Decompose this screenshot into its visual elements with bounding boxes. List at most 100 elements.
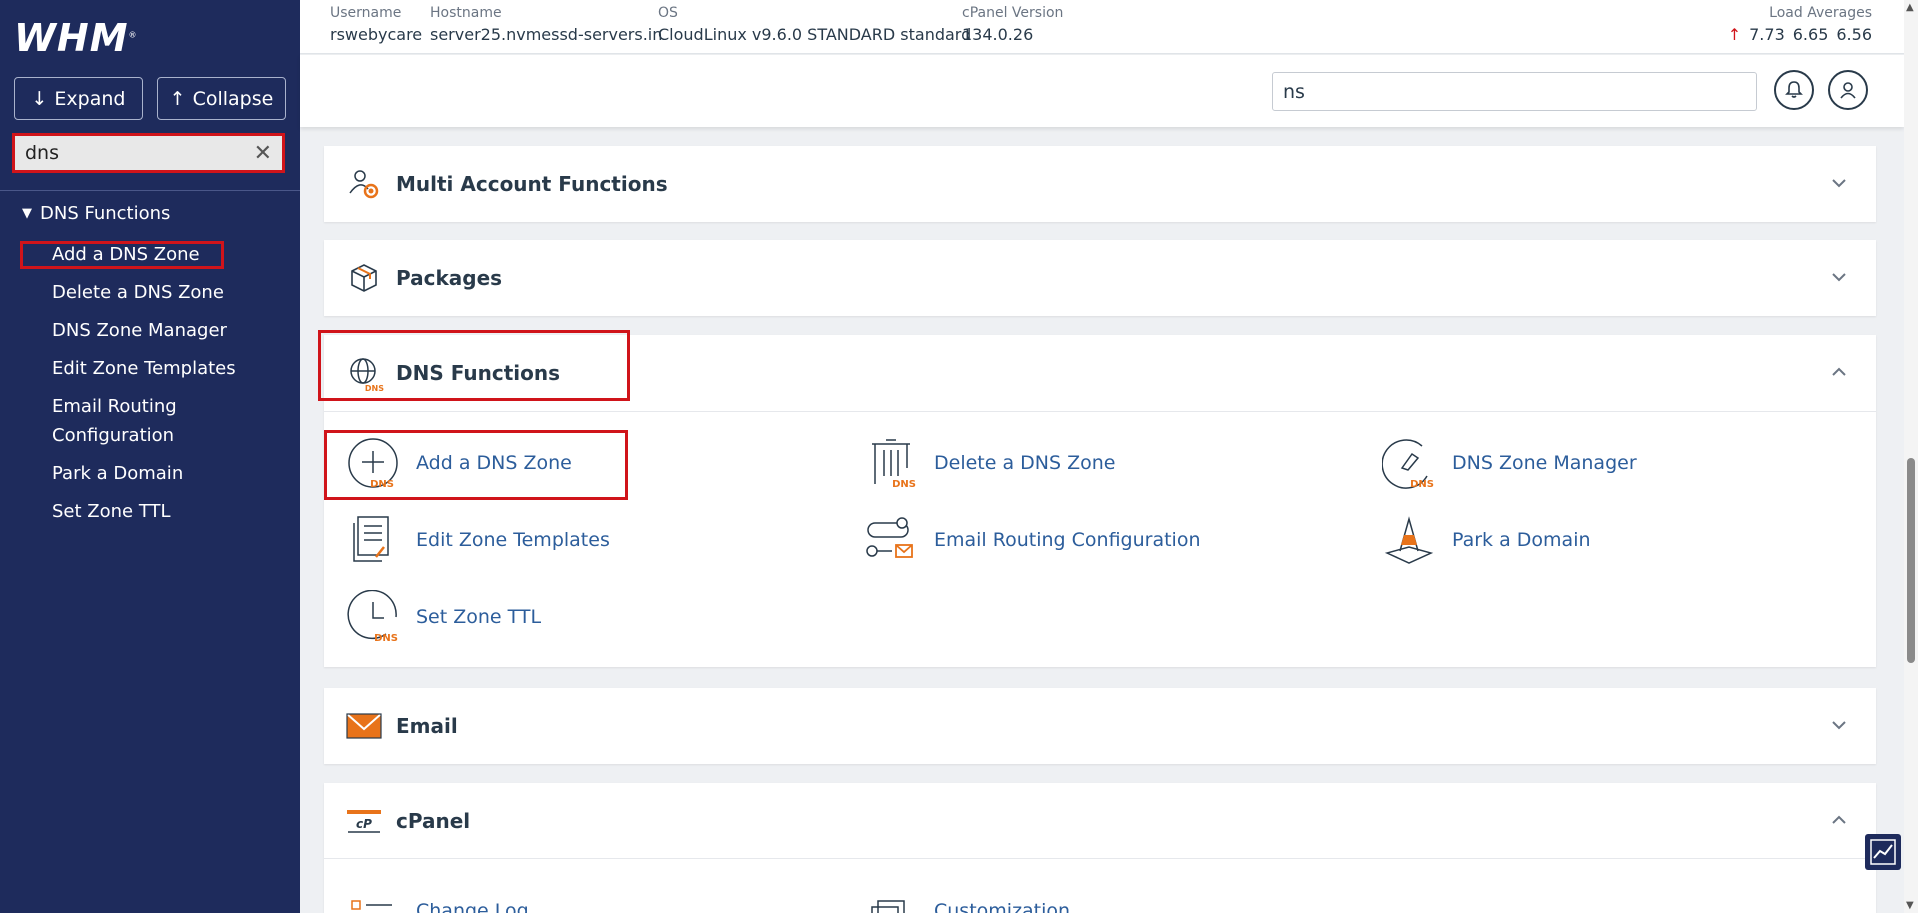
chevron-down-icon[interactable] <box>1830 174 1848 192</box>
link-dns-zone-manager[interactable]: DNS DNS Zone Manager <box>1381 436 1637 490</box>
sidebar-item-label: Delete a DNS Zone <box>52 282 224 303</box>
notifications-button[interactable] <box>1774 70 1814 110</box>
collapse-button[interactable]: ↑ Collapse <box>157 77 286 120</box>
item-label: Change Log <box>416 900 529 913</box>
stat-value: CloudLinux v9.6.0 STANDARD standard <box>658 25 972 44</box>
sidebar: WHM® ↓ Expand ↑ Collapse dns ✕ ▼ DNS Funct… <box>0 0 300 913</box>
item-label: DNS Zone Manager <box>1452 452 1637 474</box>
expand-label: Expand <box>54 87 126 110</box>
sidebar-item-add-dns-zone[interactable]: Add a DNS Zone <box>20 241 224 269</box>
link-change-log[interactable]: Change Log <box>346 891 529 913</box>
item-label: Set Zone TTL <box>416 606 542 628</box>
scroll-up-icon[interactable]: ▲ <box>1906 2 1914 13</box>
section-packages[interactable]: Packages <box>324 240 1876 316</box>
trend-chart-icon <box>1870 839 1896 865</box>
stat-cpanel-version: cPanel Version 134.0.26 <box>962 5 1063 44</box>
analytics-button[interactable] <box>1865 834 1901 870</box>
chevron-up-icon[interactable] <box>1830 811 1848 829</box>
sidebar-item-label: Configuration <box>52 425 175 446</box>
routing-icon <box>864 513 918 567</box>
cone-icon <box>1382 513 1436 567</box>
stat-hostname: Hostname server25.nvmessd-servers.in <box>430 5 662 44</box>
stat-username: Username rswebycare <box>330 5 422 44</box>
sidebar-item-email-routing[interactable]: Email Routing <box>52 392 177 421</box>
link-customization[interactable]: Customization <box>864 891 1070 913</box>
section-multi-account[interactable]: Multi Account Functions <box>324 146 1876 222</box>
sidebar-item-email-routing-cont[interactable]: Configuration <box>52 421 174 450</box>
sidebar-item-delete-dns-zone[interactable]: Delete a DNS Zone <box>52 278 224 307</box>
dns-manager-icon: DNS <box>1381 436 1436 490</box>
highlight-add-dns-zone <box>324 430 628 500</box>
section-header[interactable]: Multi Account Functions <box>324 146 1876 222</box>
clock-icon: DNS <box>346 589 400 644</box>
arrow-up-icon: ↑ <box>169 87 186 110</box>
header: ns <box>300 55 1904 127</box>
stat-load-averages: Load Averages ↑ 7.73 6.65 6.56 <box>1720 5 1872 44</box>
svg-text:cP: cP <box>356 817 372 831</box>
expand-button[interactable]: ↓ Expand <box>14 77 143 120</box>
item-label: Delete a DNS Zone <box>934 452 1116 474</box>
item-label: Edit Zone Templates <box>416 529 610 551</box>
section-title: Email <box>396 714 458 738</box>
link-delete-dns-zone[interactable]: DNS Delete a DNS Zone <box>864 436 1115 490</box>
collapse-label: Collapse <box>192 87 274 110</box>
scrollbar-thumb[interactable] <box>1907 458 1915 663</box>
sidebar-item-label: Park a Domain <box>52 463 184 484</box>
load-1: 7.73 <box>1749 25 1785 44</box>
arrow-down-icon: ↓ <box>31 87 48 110</box>
highlight-dns-section <box>318 330 630 401</box>
section-header[interactable]: Packages <box>324 240 1876 316</box>
page-scrollbar[interactable]: ▲ ▼ <box>1904 0 1918 913</box>
sidebar-divider <box>0 190 300 191</box>
link-edit-zone-templates[interactable]: Edit Zone Templates <box>346 513 610 567</box>
link-set-zone-ttl[interactable]: DNS Set Zone TTL <box>346 589 542 644</box>
stat-value: 134.0.26 <box>962 25 1034 44</box>
user-menu-button[interactable] <box>1828 70 1868 110</box>
sidebar-group-dns[interactable]: ▼ DNS Functions <box>22 203 170 224</box>
sidebar-item-label: Set Zone TTL <box>52 501 171 522</box>
stat-label: Username <box>330 5 402 21</box>
section-header[interactable]: Email <box>324 688 1876 764</box>
sidebar-item-set-zone-ttl[interactable]: Set Zone TTL <box>52 497 171 526</box>
link-park-a-domain[interactable]: Park a Domain <box>1382 513 1591 567</box>
cpanel-icon: cP <box>346 803 382 839</box>
sidebar-item-park-domain[interactable]: Park a Domain <box>52 459 183 488</box>
chevron-down-icon[interactable] <box>1830 716 1848 734</box>
item-label: Email Routing Configuration <box>934 529 1201 551</box>
section-cpanel[interactable]: cP cPanel Change Log Customization <box>324 783 1876 913</box>
link-email-routing-configuration[interactable]: Email Routing Configuration <box>864 513 1201 567</box>
whm-logo[interactable]: WHM® <box>14 16 138 60</box>
bell-icon <box>1785 81 1803 98</box>
section-email[interactable]: Email <box>324 688 1876 764</box>
search-value[interactable]: ns <box>1283 81 1305 103</box>
section-title: cPanel <box>396 808 471 833</box>
chevron-up-icon[interactable] <box>1830 363 1848 381</box>
stat-label: OS <box>658 5 678 21</box>
stat-os: OS CloudLinux v9.6.0 STANDARD standard <box>658 5 971 44</box>
stat-label: Load Averages <box>1769 5 1872 21</box>
clear-icon[interactable]: ✕ <box>254 141 272 166</box>
scroll-down-icon[interactable]: ▼ <box>1906 900 1914 911</box>
sidebar-item-dns-zone-manager[interactable]: DNS Zone Manager <box>52 316 227 345</box>
server-info-bar: Username rswebycare Hostname server25.nv… <box>300 0 1904 54</box>
arrow-up-icon: ↑ <box>1727 25 1742 44</box>
stat-value: rswebycare <box>330 25 423 44</box>
section-title: Multi Account Functions <box>396 172 668 196</box>
sidebar-item-label: Email Routing <box>52 396 177 417</box>
item-label: Customization <box>934 900 1071 913</box>
template-icon <box>346 513 400 567</box>
chevron-down-icon: ▼ <box>22 206 32 221</box>
change-log-icon <box>346 891 400 913</box>
load-5: 6.65 <box>1792 25 1829 44</box>
section-header[interactable]: cP cPanel <box>324 783 1876 859</box>
sidebar-item-edit-zone-templates[interactable]: Edit Zone Templates <box>52 354 236 383</box>
section-title: Packages <box>396 266 503 290</box>
package-icon <box>346 260 382 296</box>
delete-dns-icon: DNS <box>864 436 918 490</box>
logo-text: WHM <box>14 16 129 60</box>
sidebar-search-value[interactable]: dns <box>25 142 254 164</box>
chevron-down-icon[interactable] <box>1830 268 1848 286</box>
users-gear-icon <box>346 166 382 202</box>
search-input[interactable]: ns <box>1272 72 1757 111</box>
sidebar-search-input[interactable]: dns ✕ <box>12 133 285 173</box>
